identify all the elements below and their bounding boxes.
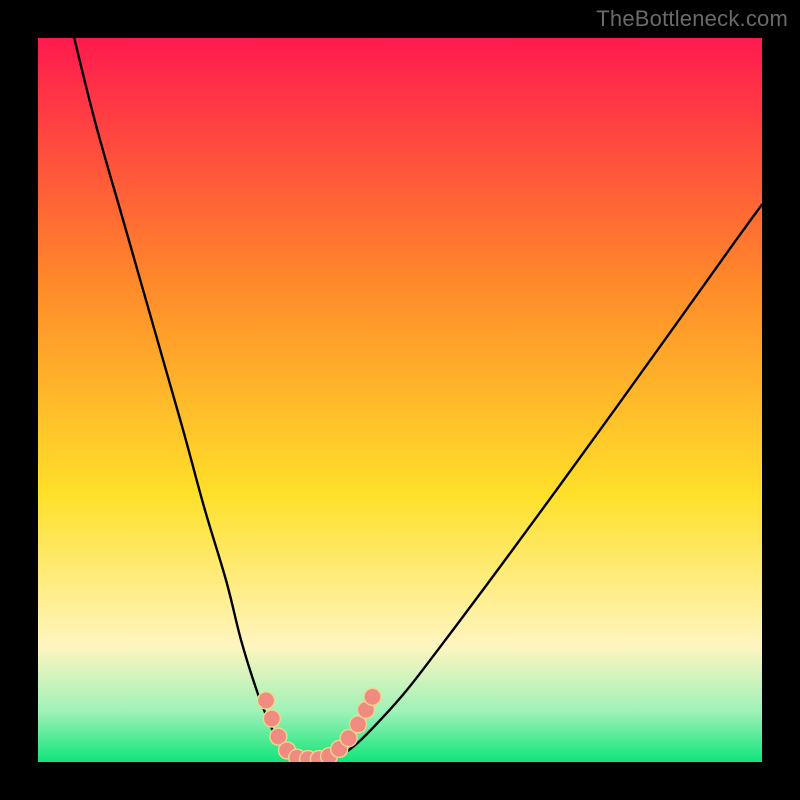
marker-dot <box>263 710 280 727</box>
watermark-label: TheBottleneck.com <box>596 6 788 32</box>
chart-frame: TheBottleneck.com <box>0 0 800 800</box>
plot-area <box>38 38 762 762</box>
bottleneck-dots <box>38 38 762 762</box>
marker-dot <box>364 688 381 705</box>
marker-dot <box>258 692 275 709</box>
